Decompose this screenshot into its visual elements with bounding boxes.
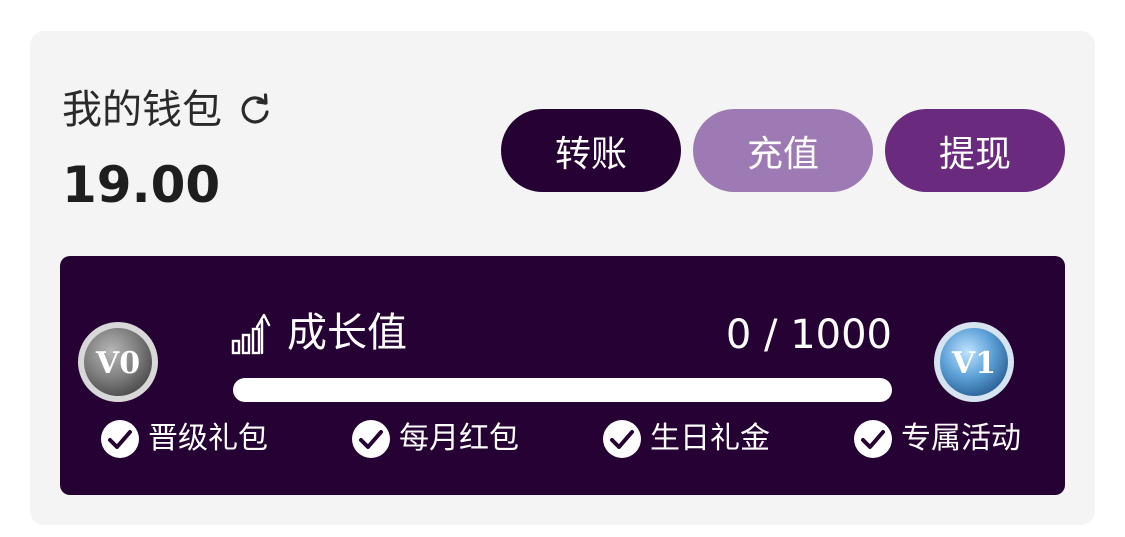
level-v1-text: V1 <box>951 346 996 381</box>
growth-panel: V0 成长值 0 / 1000 V1 晋级礼包 每月红包 生日礼金 专属活动 <box>60 256 1065 495</box>
refresh-icon[interactable] <box>238 93 272 127</box>
wallet-header: 我的钱包 <box>62 85 272 135</box>
check-circle-icon <box>352 420 390 458</box>
growth-chart-icon <box>231 313 271 355</box>
perk-monthly-red-packet: 每月红包 <box>351 419 519 459</box>
growth-title: 成长值 <box>287 310 407 356</box>
growth-value: 0 / 1000 <box>725 312 892 358</box>
growth-header: 成长值 <box>231 308 407 358</box>
check-circle-icon <box>101 420 139 458</box>
perk-exclusive-events: 专属活动 <box>853 419 1021 459</box>
level-v0-badge-icon: V0 <box>78 322 158 402</box>
perk-birthday-bonus: 生日礼金 <box>602 419 770 459</box>
wallet-card: 我的钱包 19.00 转账 充值 提现 V0 成长值 0 / 1000 V1 晋… <box>30 31 1095 525</box>
perk-upgrade-gift: 晋级礼包 <box>100 419 268 459</box>
perk-label: 专属活动 <box>901 421 1021 456</box>
wallet-title: 我的钱包 <box>62 87 222 133</box>
growth-progress-bar <box>233 378 892 402</box>
check-circle-icon <box>603 420 641 458</box>
level-v1-badge-icon: V1 <box>934 322 1014 402</box>
transfer-button[interactable]: 转账 <box>501 109 681 192</box>
perk-label: 生日礼金 <box>650 421 770 456</box>
check-circle-icon <box>854 420 892 458</box>
perk-label: 晋级礼包 <box>148 421 268 456</box>
wallet-balance: 19.00 <box>62 156 221 214</box>
recharge-button[interactable]: 充值 <box>693 109 873 192</box>
level-v0-text: V0 <box>95 346 140 381</box>
withdraw-button[interactable]: 提现 <box>885 109 1065 192</box>
perk-label: 每月红包 <box>399 421 519 456</box>
